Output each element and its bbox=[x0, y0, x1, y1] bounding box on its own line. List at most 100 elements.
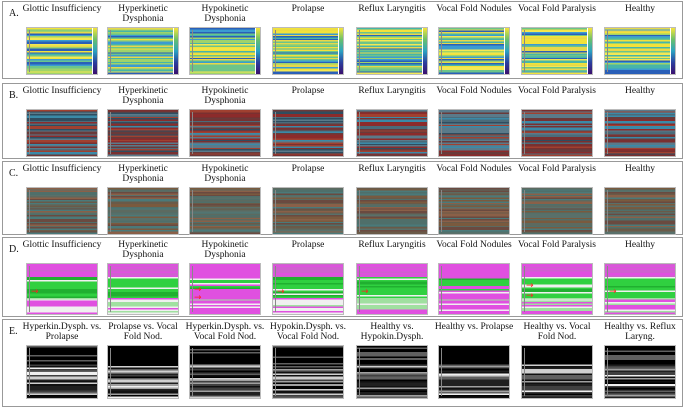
cell-title: Healthy vs. Reflux Laryng. bbox=[604, 322, 676, 342]
spectrogram-image bbox=[604, 187, 676, 235]
y-axis-line bbox=[29, 30, 30, 72]
spectrogram-stripes bbox=[357, 28, 422, 74]
y-axis-line bbox=[192, 30, 193, 72]
colorbar bbox=[339, 28, 343, 74]
spectrogram-stripes bbox=[605, 110, 675, 156]
spectrogram-image bbox=[189, 27, 261, 75]
cell-title: Reflux Laryngitis bbox=[358, 4, 426, 14]
cell-title: Healthy vs. Vocal Fold Nod. bbox=[523, 322, 591, 342]
cell-title: Healthy bbox=[624, 164, 656, 174]
y-axis-line bbox=[359, 190, 360, 232]
spectrogram-image bbox=[272, 345, 344, 399]
spectrogram-stripes bbox=[108, 28, 173, 74]
red-arrow-icon: → bbox=[609, 287, 617, 297]
spectrogram-stripes bbox=[605, 188, 675, 234]
y-axis-line bbox=[29, 112, 30, 154]
spectrogram-image bbox=[521, 187, 593, 235]
cell-title: Vocal Fold Nodules bbox=[436, 164, 512, 174]
y-axis-line bbox=[524, 266, 525, 312]
cell-title: Healthy bbox=[624, 4, 656, 14]
colorbar bbox=[423, 28, 427, 74]
spectrogram-image bbox=[26, 109, 98, 157]
cell-title: Vocal Fold Nodules bbox=[436, 240, 512, 250]
spectrogram-stripes bbox=[439, 110, 509, 156]
spectrogram-stripes bbox=[522, 188, 592, 234]
cell-title: Hyperkinetic Dysphonia bbox=[118, 4, 168, 24]
spectrogram-cell: Prolapse → bbox=[269, 240, 347, 315]
spectrogram-stripes bbox=[108, 264, 178, 314]
spectrogram-stripes bbox=[108, 188, 178, 234]
spectrogram-cell: Healthy vs. Vocal Fold Nod. bbox=[518, 322, 596, 399]
spectrogram-stripes bbox=[190, 188, 260, 234]
spectrogram-cell: Hyperkinetic Dysphonia bbox=[104, 4, 182, 75]
cell-title: Glottic Insufficiency bbox=[22, 164, 102, 174]
panel-b: B. Glottic Insufficiency Hyperkinetic Dysp… bbox=[2, 83, 683, 159]
cell-title: Reflux Laryngitis bbox=[358, 86, 426, 96]
spectrogram-cell: Hypokin.Dysph. vs. Vocal Fold Nod. bbox=[269, 322, 347, 399]
cell-title: Glottic Insufficiency bbox=[22, 240, 102, 250]
colorbar bbox=[505, 28, 509, 74]
spectrogram-stripes bbox=[27, 188, 97, 234]
spectrogram-stripes bbox=[439, 346, 509, 398]
red-arrow-icon: → bbox=[31, 287, 39, 297]
y-axis-line bbox=[524, 30, 525, 72]
y-axis-line bbox=[110, 348, 111, 396]
spectrogram-cell: Healthy vs. Hypokin.Dysph. bbox=[353, 322, 431, 399]
spectrogram-stripes bbox=[27, 346, 97, 398]
spectrogram-stripes bbox=[522, 346, 592, 398]
cell-title: Hypokinetic Dysphonia bbox=[201, 86, 249, 106]
spectrogram-image bbox=[604, 345, 676, 399]
y-axis-line bbox=[29, 190, 30, 232]
spectrogram-image bbox=[521, 109, 593, 157]
y-axis-line bbox=[607, 112, 608, 154]
spectrogram-stripes bbox=[522, 28, 587, 74]
y-axis-line bbox=[275, 30, 276, 72]
spectrogram-stripes bbox=[108, 110, 178, 156]
spectrogram-cell: Vocal Fold Paralysis → → bbox=[518, 240, 596, 315]
spectrogram-cell: Vocal Fold Paralysis bbox=[518, 164, 596, 235]
cell-title: Hyperkinetic Dysphonia bbox=[118, 240, 168, 260]
y-axis-line bbox=[192, 348, 193, 396]
y-axis-line bbox=[441, 266, 442, 312]
spectrogram-image bbox=[272, 187, 344, 235]
spectrogram-image bbox=[26, 345, 98, 399]
colorbar bbox=[256, 28, 260, 74]
spectrogram-cell: Healthy vs. Prolapse bbox=[435, 322, 513, 399]
spectrogram-stripes bbox=[273, 28, 338, 74]
y-axis-line bbox=[110, 30, 111, 72]
spectrogram-image: → → bbox=[521, 263, 593, 315]
cell-title: Hyperkin.Dysph. vs. Prolapse bbox=[22, 322, 102, 342]
spectrogram-cell: Hyperkinetic Dysphonia bbox=[104, 164, 182, 235]
y-axis-line bbox=[359, 112, 360, 154]
spectrogram-stripes bbox=[273, 188, 343, 234]
y-axis-line bbox=[359, 266, 360, 312]
spectrogram-image bbox=[438, 27, 510, 75]
red-arrow-icon: → bbox=[277, 287, 285, 297]
spectrogram-image bbox=[604, 109, 676, 157]
spectrogram-image bbox=[438, 109, 510, 157]
cell-title: Reflux Laryngitis bbox=[358, 240, 426, 250]
cell-title: Healthy vs. Hypokin.Dysph. bbox=[360, 322, 424, 342]
spectrogram-cell: Hypokinetic Dysphonia → → bbox=[186, 240, 264, 315]
cell-title: Reflux Laryngitis bbox=[358, 164, 426, 174]
y-axis-line bbox=[359, 30, 360, 72]
y-axis-line bbox=[607, 190, 608, 232]
spectrogram-image bbox=[189, 187, 261, 235]
spectrogram-stripes bbox=[439, 188, 509, 234]
spectrogram-cell: Healthy bbox=[601, 86, 679, 157]
spectrogram-cell: Vocal Fold Nodules bbox=[435, 240, 513, 315]
spectrogram-image: → bbox=[26, 263, 98, 315]
cell-title: Prolapse bbox=[291, 164, 325, 174]
panel-label: A. bbox=[9, 8, 19, 19]
spectrogram-cell: Hypokinetic Dysphonia bbox=[186, 4, 264, 75]
spectrogram-stripes bbox=[27, 110, 97, 156]
cell-title: Hyperkinetic Dysphonia bbox=[118, 86, 168, 106]
spectrogram-stripes bbox=[27, 28, 92, 74]
y-axis-line bbox=[275, 266, 276, 312]
spectrogram-image bbox=[356, 27, 428, 75]
spectrogram-image: → bbox=[356, 263, 428, 315]
spectrogram-cell: Prolapse bbox=[269, 86, 347, 157]
spectrogram-image bbox=[107, 187, 179, 235]
spectrogram-stripes bbox=[439, 28, 504, 74]
cell-title: Hyperkin.Dysph. vs. Vocal Fold Nod. bbox=[185, 322, 265, 342]
